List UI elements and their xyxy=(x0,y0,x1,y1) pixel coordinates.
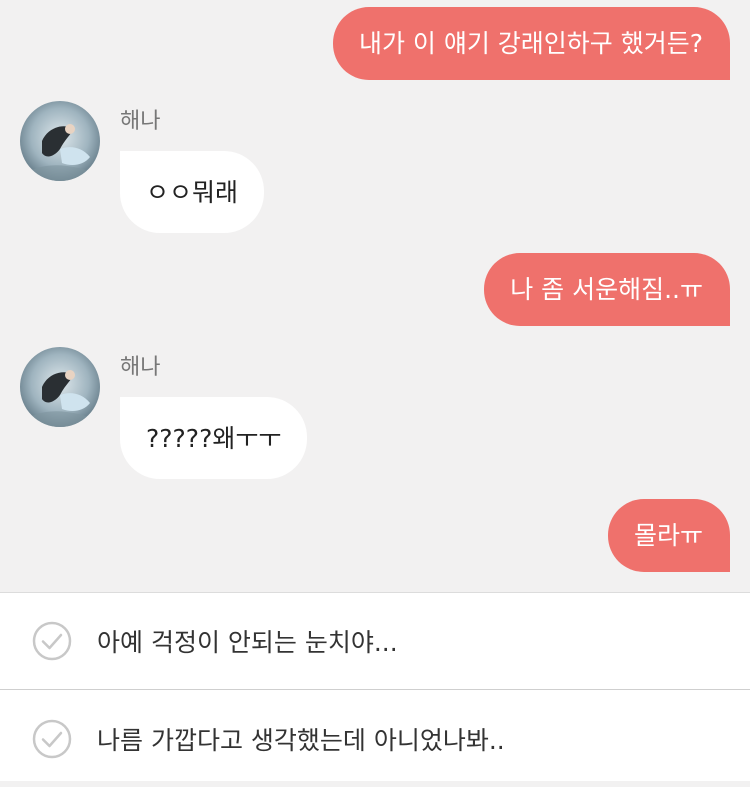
avatar[interactable] xyxy=(20,101,100,181)
chat-area: 내가 이 얘기 강래인하구 했거든? 해나 ㅇㅇ뭐래 나 좀 서운해짐..ㅠ 해… xyxy=(0,0,750,592)
incoming-message-bubble: ㅇㅇ뭐래 xyxy=(120,151,265,233)
sender-name: 해나 xyxy=(120,109,161,134)
check-circle-icon xyxy=(32,621,72,661)
avatar-image xyxy=(20,347,100,427)
avatar-image xyxy=(20,101,100,181)
outgoing-message-bubble: 내가 이 얘기 강래인하구 했거든? xyxy=(332,7,730,80)
outgoing-message-bubble: 나 좀 서운해짐..ㅠ xyxy=(484,253,730,326)
reply-options-panel: 아예 걱정이 안되는 눈치야... 나름 가깝다고 생각했는데 아니었나봐.. xyxy=(0,592,750,781)
incoming-message-bubble: ?????왜ㅜㅜ xyxy=(120,397,308,479)
reply-option-text: 아예 걱정이 안되는 눈치야... xyxy=(97,628,398,657)
message-text: ?????왜ㅜㅜ xyxy=(146,423,282,453)
message-text: 몰라ㅠ xyxy=(633,521,703,550)
sender-name: 해나 xyxy=(120,355,161,380)
reply-option-text: 나름 가깝다고 생각했는데 아니었나봐.. xyxy=(97,725,505,755)
message-text: 내가 이 얘기 강래인하구 했거든? xyxy=(358,29,703,58)
message-text: 나 좀 서운해짐..ㅠ xyxy=(510,275,703,304)
check-circle-icon xyxy=(32,719,72,758)
reply-option[interactable]: 나름 가깝다고 생각했는데 아니었나봐.. xyxy=(0,690,750,787)
reply-option[interactable]: 아예 걱정이 안되는 눈치야... xyxy=(0,593,750,690)
avatar[interactable] xyxy=(20,347,100,427)
message-text: ㅇㅇ뭐래 xyxy=(146,177,239,207)
outgoing-message-bubble: 몰라ㅠ xyxy=(607,499,730,572)
